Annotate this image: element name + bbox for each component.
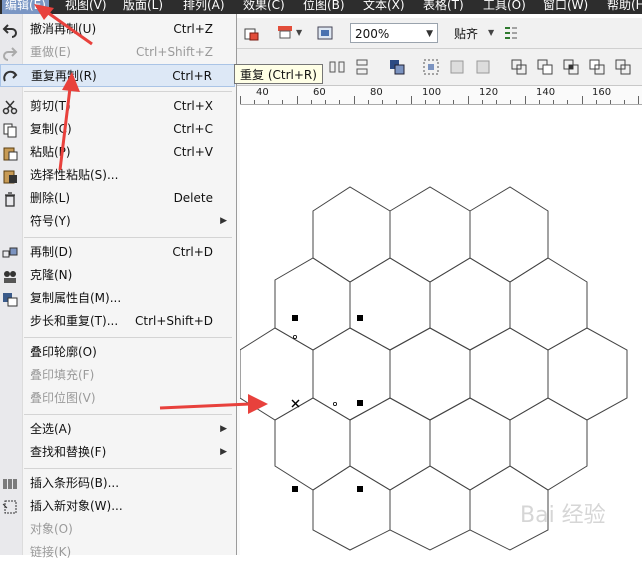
chevron-down-icon: ▼	[426, 29, 433, 39]
paste-special-icon	[3, 170, 17, 184]
barcode-icon	[3, 479, 17, 489]
snap-to-label[interactable]: 贴齐	[454, 25, 478, 42]
menu-item-select-all[interactable]: 全选(A) ▶	[0, 418, 235, 441]
ruler-label: 100	[422, 87, 442, 98]
paste-icon	[3, 147, 18, 161]
menu-table[interactable]: 表格(T)	[420, 0, 467, 14]
menu-separator	[24, 237, 232, 238]
weld-icon[interactable]	[510, 58, 528, 76]
redo-icon	[3, 47, 18, 61]
menu-layout[interactable]: 版面(L)	[120, 0, 166, 14]
menu-bitmaps[interactable]: 位图(B)	[300, 0, 348, 14]
submenu-arrow-icon: ▶	[220, 447, 227, 457]
ruler-label: 120	[479, 87, 499, 98]
menu-arrange[interactable]: 排列(A)	[180, 0, 228, 14]
menu-separator	[24, 468, 232, 469]
clone-icon	[4, 271, 16, 283]
welcome-screen-icon[interactable]	[316, 24, 334, 42]
import-icon[interactable]	[242, 24, 260, 42]
menu-item-duplicate[interactable]: 再制(D) Ctrl+D	[0, 241, 235, 264]
convert-to-curves-icon[interactable]	[448, 58, 466, 76]
ruler-label: 160	[592, 87, 612, 98]
group-icon[interactable]	[388, 58, 406, 76]
menu-item-step-and-repeat[interactable]: 步长和重复(T)... Ctrl+Shift+D	[0, 310, 235, 333]
center-marker	[291, 399, 300, 408]
ruler-label: 40	[256, 87, 269, 98]
menu-item-copy[interactable]: 复制(C) Ctrl+C	[0, 118, 235, 141]
menu-item-overprint-bitmap[interactable]: 叠印位图(V)	[0, 387, 235, 410]
menu-separator	[24, 337, 232, 338]
zoom-level-value: 200%	[355, 27, 390, 41]
menu-item-copy-properties[interactable]: 复制属性自(M)...	[0, 287, 235, 310]
menu-item-object[interactable]: 对象(O)	[0, 518, 235, 541]
menu-view[interactable]: 视图(V)	[62, 0, 110, 14]
menu-item-cut[interactable]: 剪切(T) Ctrl+X	[0, 95, 235, 118]
menu-item-links[interactable]: 链接(K)	[0, 541, 235, 564]
submenu-arrow-icon: ▶	[220, 216, 227, 226]
duplicate-icon	[2, 247, 18, 258]
snap-to-dropdown-icon[interactable]: ▼	[488, 28, 494, 37]
menu-item-paste-special[interactable]: 选择性粘贴(S)...	[0, 164, 235, 187]
menu-item-clone[interactable]: 克隆(N)	[0, 264, 235, 287]
app-launcher-icon[interactable]	[276, 24, 294, 42]
menu-item-insert-object[interactable]: 插入新对象(W)...	[0, 495, 235, 518]
menu-tools[interactable]: 工具(O)	[480, 0, 529, 14]
horizontal-ruler[interactable]: 40 60 80 100 120 140 160	[236, 86, 642, 105]
menu-separator	[24, 91, 232, 92]
scissors-icon	[2, 100, 18, 115]
menu-text[interactable]: 文本(X)	[360, 0, 408, 14]
menu-window[interactable]: 窗口(W)	[540, 0, 591, 14]
mirror-vertical-icon[interactable]	[354, 58, 372, 76]
ruler-label: 80	[370, 87, 383, 98]
watermark: Bai 经验	[520, 503, 606, 528]
repeat-icon	[3, 70, 18, 82]
menu-item-undo-duplicate[interactable]: 撤消再制(U) Ctrl+Z	[0, 18, 235, 41]
menu-item-delete[interactable]: 删除(L) Delete	[0, 187, 235, 210]
break-apart-icon[interactable]	[474, 58, 492, 76]
zoom-level-select[interactable]: 200% ▼	[350, 23, 438, 43]
ruler-label: 140	[536, 87, 556, 98]
simplify-icon[interactable]	[588, 58, 606, 76]
front-minus-back-icon[interactable]	[614, 58, 632, 76]
copy-icon	[3, 123, 17, 138]
menu-item-find-replace[interactable]: 查找和替换(F) ▶	[0, 441, 235, 464]
copy-properties-icon	[3, 293, 18, 307]
menu-help[interactable]: 帮助(H)	[604, 0, 642, 14]
menu-item-overprint-fill[interactable]: 叠印填充(F)	[0, 364, 235, 387]
app-launcher-dropdown-icon[interactable]: ▼	[296, 28, 302, 37]
intersect-icon[interactable]	[562, 58, 580, 76]
undo-icon	[2, 24, 17, 38]
standard-toolbar: ▼ 200% ▼ 贴齐 ▼	[236, 18, 642, 49]
menu-effects[interactable]: 效果(C)	[240, 0, 288, 14]
trim-icon[interactable]	[536, 58, 554, 76]
hexagon-pattern[interactable]: Bai 经验	[240, 105, 642, 555]
edit-menu-dropdown: 撤消再制(U) Ctrl+Z 重做(E) Ctrl+Shift+Z 重复再制(R…	[0, 14, 237, 559]
menubar: 编辑(E) 视图(V) 版面(L) 排列(A) 效果(C) 位图(B) 文本(X…	[0, 0, 642, 14]
menu-separator	[24, 414, 232, 415]
menu-item-insert-barcode[interactable]: 插入条形码(B)...	[0, 472, 235, 495]
menu-edit[interactable]: 编辑(E)	[2, 0, 49, 14]
repeat-tooltip: 重复 (Ctrl+R)	[234, 64, 323, 84]
options-icon[interactable]	[502, 24, 520, 42]
drawing-canvas[interactable]: Bai 经验	[240, 105, 642, 555]
mirror-horizontal-icon[interactable]	[328, 58, 346, 76]
menu-item-overprint-outline[interactable]: 叠印轮廓(O)	[0, 341, 235, 364]
ruler-label: 60	[313, 87, 326, 98]
menu-item-symbol[interactable]: 符号(Y) ▶	[0, 210, 235, 233]
menu-item-repeat-duplicate[interactable]: 重复再制(R) Ctrl+R	[0, 64, 235, 87]
submenu-arrow-icon: ▶	[220, 424, 227, 434]
insert-object-icon	[2, 500, 17, 514]
align-distribute-icon[interactable]	[422, 58, 440, 76]
trash-icon	[5, 192, 15, 207]
menu-item-paste[interactable]: 粘贴(P) Ctrl+V	[0, 141, 235, 164]
menu-item-redo[interactable]: 重做(E) Ctrl+Shift+Z	[0, 41, 235, 64]
